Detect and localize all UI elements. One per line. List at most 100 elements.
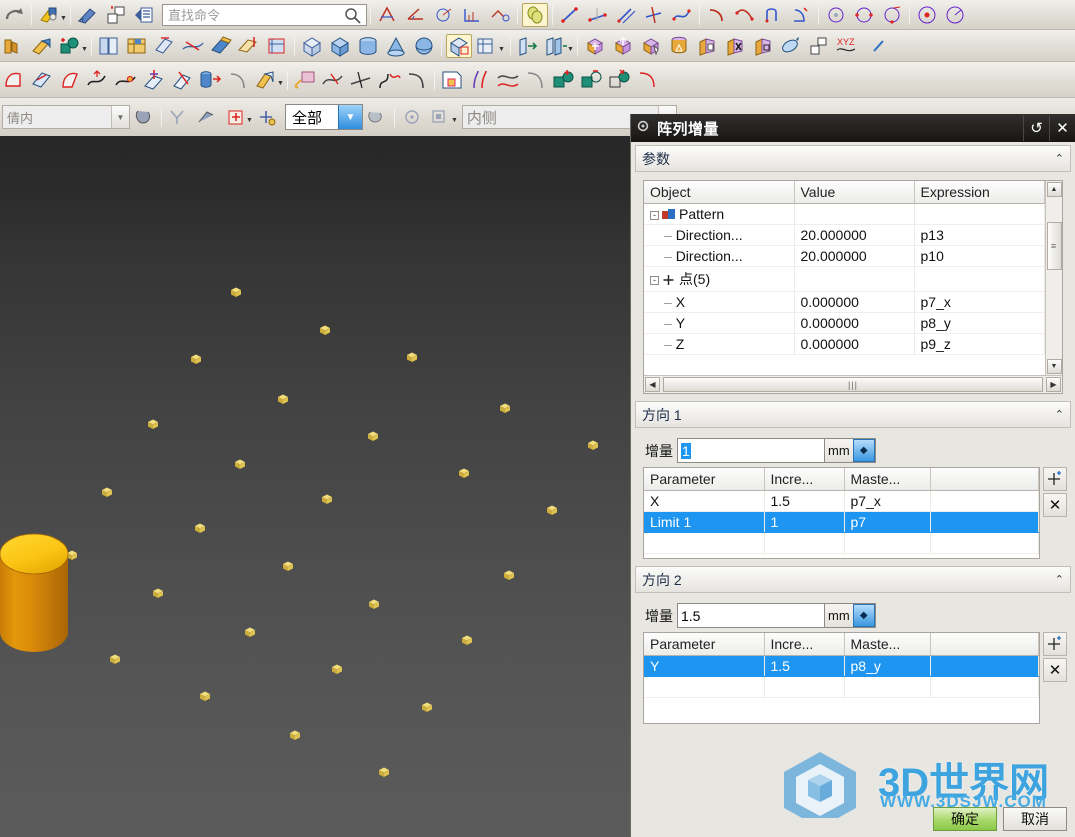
pattern-instance-cube[interactable] [377, 765, 391, 779]
pattern-instance-cube[interactable] [100, 485, 114, 499]
cancel-button[interactable]: 取消 [1003, 807, 1067, 831]
soft-blend-button[interactable] [57, 68, 83, 92]
table-row[interactable]: – Direction... 20.000000 p10 [644, 245, 1045, 267]
line-spline-button[interactable] [669, 3, 695, 27]
sphere-button[interactable] [411, 34, 437, 58]
cylinder-body[interactable] [0, 528, 69, 656]
arc-tangent-button[interactable] [760, 3, 786, 27]
table-row[interactable]: – Direction... 20.000000 p13 [644, 224, 1045, 246]
pattern-instance-cube[interactable] [545, 503, 559, 517]
cell-expression[interactable]: p10 [914, 245, 1045, 267]
curve-arc-button[interactable] [523, 68, 549, 92]
cell-increment[interactable]: 1.5 [764, 655, 845, 677]
add-parameter-button[interactable] [1043, 467, 1067, 491]
pattern-instance-cube[interactable] [586, 438, 600, 452]
table-row[interactable]: Limit 1 1 p7 [644, 511, 1039, 533]
cell-expression[interactable]: p7_x [914, 291, 1045, 313]
pattern-instance-cube[interactable] [420, 700, 434, 714]
table-row[interactable]: – Y 0.000000 p8_y [644, 312, 1045, 334]
dim-radial-button[interactable] [431, 3, 457, 27]
column-parameter[interactable]: Parameter [644, 468, 765, 491]
section-header-parameters[interactable]: 参数 ⌃ [635, 145, 1071, 172]
chevron-down-icon[interactable]: ◆ [852, 439, 875, 462]
column-value[interactable]: Value [794, 181, 915, 204]
delete-parameter-button[interactable]: ✕ [1043, 493, 1067, 517]
shell-body-button[interactable] [666, 34, 692, 58]
scroll-right-button[interactable]: ▶ [1046, 377, 1061, 392]
box-primitive-button[interactable] [299, 34, 325, 58]
pattern-instance-cube[interactable] [229, 285, 243, 299]
draft-button[interactable] [141, 68, 167, 92]
cylinder-button[interactable] [355, 34, 381, 58]
curve-trim-button[interactable] [320, 68, 346, 92]
column-extra[interactable] [930, 468, 1039, 491]
cell-parameter[interactable]: Limit 1 [644, 511, 765, 533]
circle-offset-button[interactable] [942, 3, 968, 27]
table-row[interactable]: - Pattern [644, 203, 1045, 225]
cell-value[interactable]: 0.000000 [794, 312, 915, 334]
curve-fillet-button[interactable] [404, 68, 430, 92]
direction1-table[interactable]: Parameter Incre... Maste... X 1.5 p7_x Limi… [644, 468, 1039, 554]
cell-extra[interactable] [930, 655, 1039, 677]
selection-snap-button[interactable] [131, 105, 157, 129]
table-row[interactable]: - 点(5) [644, 266, 1045, 292]
hscroll-thumb[interactable]: ||| [663, 377, 1043, 392]
cell-parameter[interactable]: Y [644, 655, 765, 677]
chamfer-button[interactable] [85, 68, 111, 92]
parameters-table[interactable]: Object Value Expression - Pattern – Direct… [644, 181, 1045, 355]
blend-face-button[interactable] [1, 68, 27, 92]
search-icon[interactable] [344, 7, 362, 30]
move-object-button[interactable] [582, 34, 608, 58]
pattern-dropdown-button[interactable]: ▼ [474, 34, 506, 58]
table-row[interactable]: X 1.5 p7_x [644, 490, 1039, 512]
weld-feature-button[interactable] [292, 68, 318, 92]
sheet-metal-button[interactable] [253, 68, 279, 92]
add-datum-button[interactable] [551, 68, 577, 92]
add-revolve-button[interactable] [57, 34, 83, 58]
cell-value[interactable] [794, 266, 915, 292]
section-header-direction2[interactable]: 方向 2 ⌃ [635, 566, 1071, 593]
line-perpendicular-button[interactable] [641, 3, 667, 27]
pattern-instance-cube[interactable] [281, 559, 295, 573]
pattern-instance-cube[interactable] [460, 633, 474, 647]
column-increment[interactable]: Incre... [764, 468, 845, 491]
direction1-unit-box[interactable]: mm ◆ [825, 438, 876, 463]
curve-divide-button[interactable] [348, 68, 374, 92]
selection-highlight-button[interactable] [364, 105, 390, 129]
curve-smooth-button[interactable] [495, 68, 521, 92]
sketch-tool-button[interactable] [36, 3, 62, 27]
sheet-body-button[interactable] [96, 34, 122, 58]
column-master[interactable]: Maste... [844, 468, 931, 491]
reset-icon[interactable]: ↺ [1023, 115, 1049, 141]
parameters-vertical-scrollbar[interactable]: ▲ ≡ ▼ [1045, 181, 1062, 375]
column-increment[interactable]: Incre... [764, 633, 845, 656]
pattern-grid-button[interactable] [806, 34, 832, 58]
dim-ordinate-button[interactable] [459, 3, 485, 27]
line-parallel-button[interactable] [613, 3, 639, 27]
rotate-view-button[interactable] [778, 34, 804, 58]
chevron-up-icon[interactable]: ⌃ [1055, 408, 1064, 421]
cell-increment[interactable]: 1 [764, 511, 845, 533]
cell-master[interactable]: p8_y [844, 655, 931, 677]
sheet-extend-button[interactable] [236, 34, 262, 58]
pattern-instance-cube[interactable] [405, 350, 419, 364]
direction2-increment-input[interactable]: 1.5 [677, 603, 825, 628]
studio-spline-button[interactable] [521, 2, 548, 27]
table-row[interactable]: – Z 0.000000 p9_z [644, 333, 1045, 355]
snap-quadrant-button[interactable] [399, 105, 425, 129]
column-parameter[interactable]: Parameter [644, 633, 765, 656]
dim-linear-button[interactable] [375, 3, 401, 27]
pattern-instance-cube[interactable] [198, 689, 212, 703]
curve-offset-button[interactable] [635, 68, 661, 92]
delete-body-button[interactable] [722, 34, 748, 58]
edge-blend-button[interactable] [113, 68, 139, 92]
pattern-instance-cube[interactable] [498, 401, 512, 415]
curve-join-button[interactable] [376, 68, 402, 92]
cell-extra[interactable] [930, 511, 1039, 533]
curve-bridge-button[interactable] [467, 68, 493, 92]
pattern-instance-cube[interactable] [146, 417, 160, 431]
direction1-increment-input[interactable]: 1 [677, 438, 825, 463]
circle-center-button[interactable] [823, 3, 849, 27]
direction2-unit-box[interactable]: mm ◆ [825, 603, 876, 628]
pattern-instance-cube[interactable] [502, 568, 516, 582]
